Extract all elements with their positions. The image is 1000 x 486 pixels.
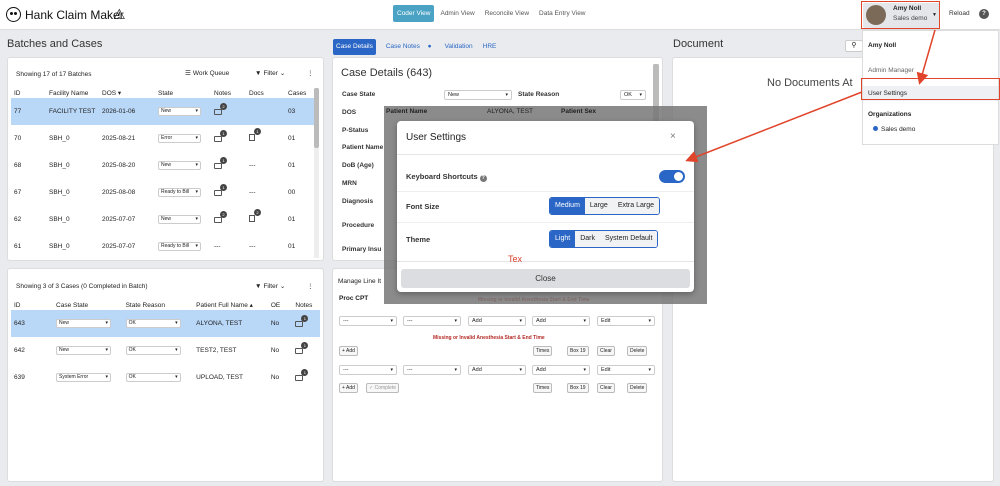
annotation-arrows <box>685 29 936 163</box>
